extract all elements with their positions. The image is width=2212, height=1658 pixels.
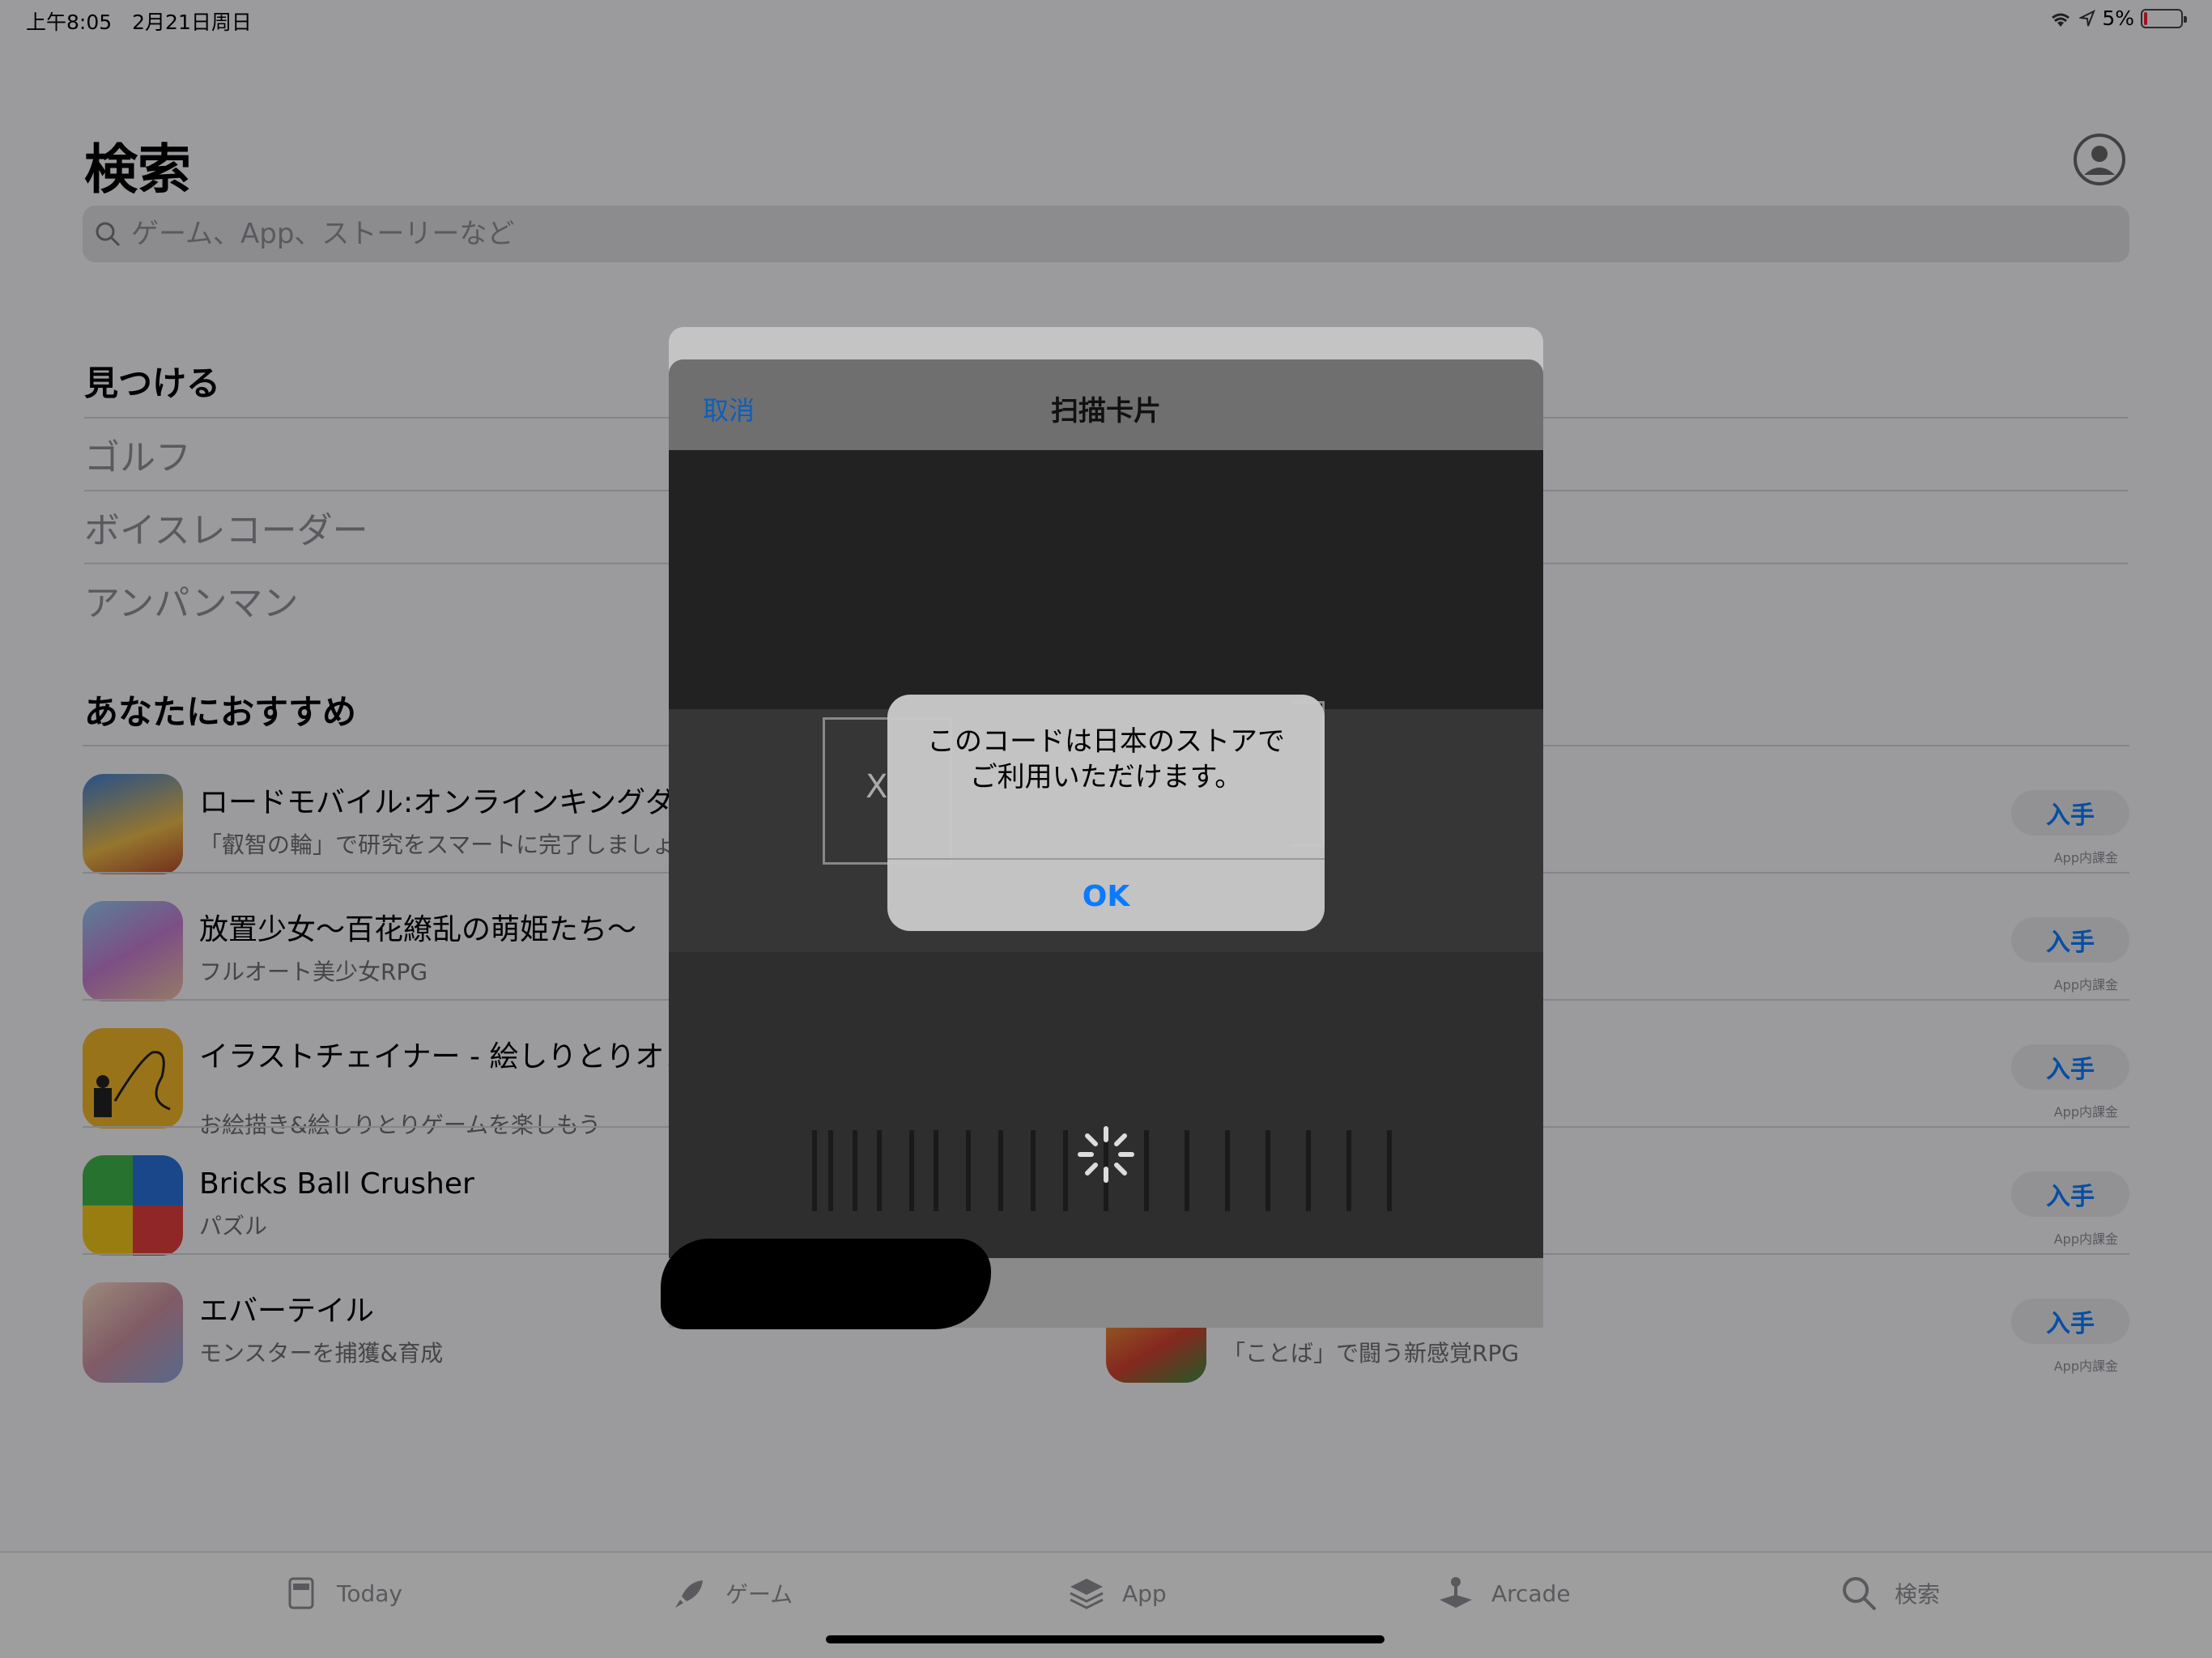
home-indicator[interactable]	[826, 1635, 1385, 1643]
alert-dialog: このコードは日本のストアで ご利用いただけます。 OK	[887, 695, 1325, 931]
sheet-header: 取消 扫描卡片	[669, 359, 1543, 450]
ok-button[interactable]: OK	[887, 861, 1325, 931]
alert-divider	[887, 858, 1325, 860]
redaction-mark	[661, 1239, 991, 1329]
sheet-title: 扫描卡片	[1051, 395, 1161, 427]
alert-message: このコードは日本のストアで ご利用いただけます。	[927, 725, 1285, 793]
loading-spinner-icon	[1078, 1126, 1134, 1183]
card-text: X	[866, 768, 888, 806]
